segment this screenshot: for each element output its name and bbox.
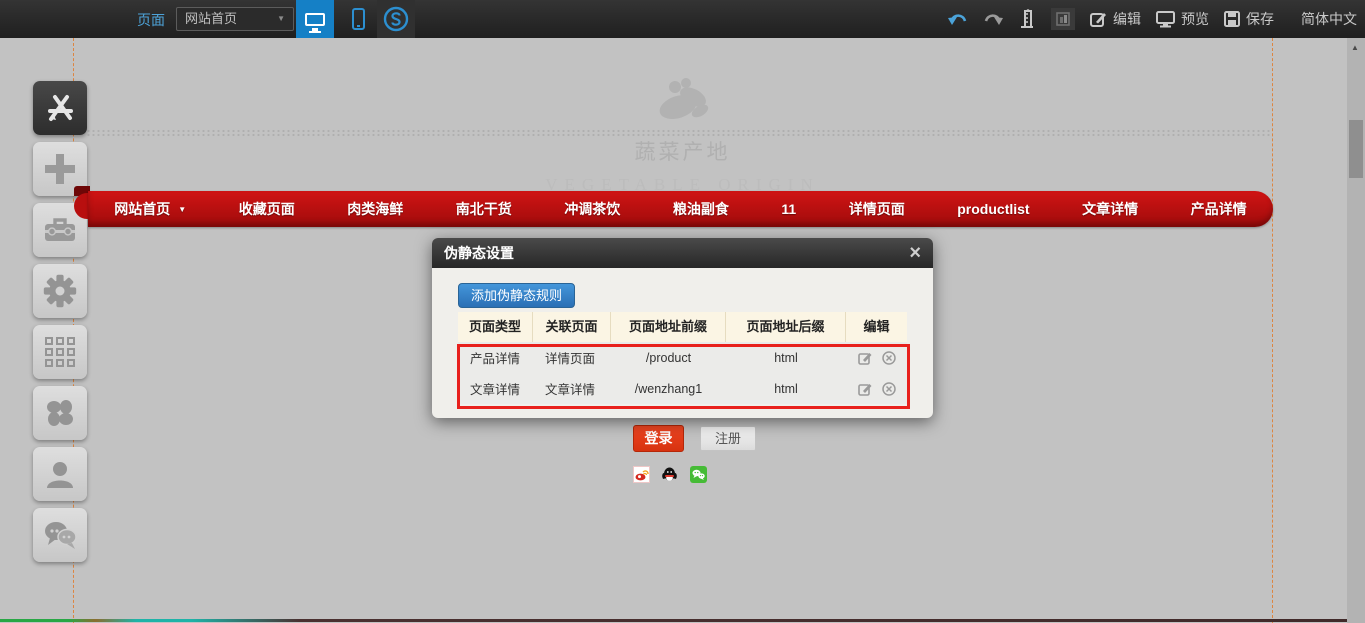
nav-item[interactable]: 南北干货 (456, 199, 512, 219)
top-toolbar: 页面 网站首页 ▼ (0, 0, 1365, 38)
nav-item[interactable]: productlist (957, 201, 1029, 217)
save-label: 保存 (1246, 9, 1274, 29)
preview-label: 预览 (1181, 9, 1209, 29)
close-icon[interactable]: × (909, 243, 921, 263)
sidebar-item-design[interactable] (33, 81, 87, 135)
desktop-view-icon (305, 13, 325, 26)
table-row: 文章详情文章详情/wenzhang1html (458, 373, 907, 404)
page-label: 页面 (137, 10, 165, 30)
table-row: 产品详情详情页面/producthtml (458, 342, 907, 373)
save-button[interactable]: 保存 (1224, 9, 1274, 29)
table-header-cell: 页面地址后缀 (726, 312, 846, 342)
wechat-icon[interactable] (690, 466, 707, 483)
sidebar-item-settings[interactable] (33, 264, 87, 318)
page-select[interactable]: 网站首页 ▼ (176, 7, 294, 31)
stats-button[interactable] (1051, 8, 1075, 30)
sidebar-item-members[interactable] (33, 447, 87, 501)
rule-url-suffix: html (726, 382, 846, 396)
register-button[interactable]: 注册 (700, 426, 756, 451)
modules-grid-icon (45, 337, 75, 367)
app-circle-icon (383, 6, 409, 32)
edit-rule-icon[interactable] (858, 351, 872, 365)
nav-item[interactable]: 粮油副食 (673, 199, 729, 219)
login-button[interactable]: 登录 (633, 425, 684, 452)
edit-button[interactable]: 编辑 (1090, 9, 1141, 29)
rule-linked-page: 文章详情 (533, 379, 611, 398)
nav-item[interactable]: 网站首页▼ (114, 199, 186, 219)
edit-icon (1090, 11, 1107, 28)
mobile-view-button[interactable] (340, 0, 376, 38)
nav-item[interactable]: 详情页面 (849, 199, 905, 219)
rule-url-prefix: /product (611, 351, 726, 365)
table-header-cell: 页面地址前缀 (611, 312, 726, 342)
rule-page-type: 产品详情 (458, 348, 533, 367)
table-header-cell: 关联页面 (533, 312, 611, 342)
scrollbar-thumb[interactable] (1349, 120, 1363, 178)
row-actions (846, 351, 907, 365)
sidebar-item-modules[interactable] (33, 325, 87, 379)
language-switcher[interactable]: 简体中文 (1301, 9, 1357, 29)
mobile-view-icon (352, 8, 365, 30)
nav-item[interactable]: 冲调茶饮 (564, 199, 620, 219)
preview-button[interactable]: 预览 (1156, 9, 1209, 29)
edit-label: 编辑 (1113, 9, 1141, 29)
desktop-view-button[interactable] (296, 0, 334, 38)
rule-page-type: 文章详情 (458, 379, 533, 398)
nav-item[interactable]: 肉类海鲜 (347, 199, 403, 219)
rule-url-prefix: /wenzhang1 (611, 382, 726, 396)
ruler-icon (1018, 9, 1036, 29)
nav-item[interactable]: 收藏页面 (239, 199, 295, 219)
undo-button[interactable] (948, 12, 968, 27)
preview-icon (1156, 11, 1175, 28)
redo-button[interactable] (983, 12, 1003, 27)
app-circle-button[interactable] (377, 0, 415, 38)
delete-rule-icon[interactable] (882, 382, 896, 396)
add-icon (45, 154, 75, 184)
dialog-titlebar[interactable]: 伪静态设置 × (432, 238, 933, 268)
chevron-down-icon: ▼ (277, 8, 285, 30)
redo-icon (983, 12, 1003, 27)
edit-rule-icon[interactable] (858, 382, 872, 396)
save-icon (1224, 11, 1240, 27)
chat-icon (42, 520, 78, 550)
add-rule-button[interactable]: 添加伪静态规则 (458, 283, 575, 308)
nav-item[interactable]: 11 (781, 201, 796, 217)
page-select-value: 网站首页 (185, 11, 237, 26)
dialog-title: 伪静态设置 (444, 243, 909, 263)
weibo-icon[interactable] (633, 466, 650, 483)
sidebar-item-plugins[interactable] (33, 386, 87, 440)
user-icon (44, 458, 76, 490)
table-header-cell: 页面类型 (458, 312, 533, 342)
qq-icon[interactable] (661, 466, 678, 483)
bottom-color-line (0, 619, 1365, 622)
row-actions (846, 382, 907, 396)
nav-item[interactable]: 产品详情 (1191, 199, 1247, 219)
nav-item[interactable]: 文章详情 (1082, 199, 1138, 219)
logo-title: 蔬菜产地 (615, 136, 751, 166)
design-tools-icon (43, 91, 77, 125)
stats-icon (1056, 12, 1070, 26)
rule-linked-page: 详情页面 (533, 348, 611, 367)
vegetable-logo-icon (648, 75, 718, 125)
chevron-down-icon: ▼ (178, 205, 186, 214)
scrollbar[interactable]: ▲ (1347, 38, 1365, 623)
right-guide-line (1272, 38, 1273, 623)
scroll-up-icon[interactable]: ▲ (1351, 43, 1359, 52)
rule-url-suffix: html (726, 351, 846, 365)
delete-rule-icon[interactable] (882, 351, 896, 365)
ruler-button[interactable] (1018, 9, 1036, 29)
site-logo: 蔬菜产地 VEGETABLE ORIGIN (0, 75, 1365, 195)
sidebar-item-messages[interactable] (33, 508, 87, 562)
clover-icon (44, 397, 76, 429)
undo-icon (948, 12, 968, 27)
main-nav: 网站首页▼ 收藏页面 肉类海鲜 南北干货 冲调茶饮 粮油副食 11 详情页面 productli… (88, 191, 1273, 227)
toolbox-icon (43, 215, 77, 245)
table-header-row: 页面类型关联页面页面地址前缀页面地址后缀编辑 (458, 312, 907, 342)
table-header-cell: 编辑 (846, 312, 907, 342)
pseudo-static-dialog: 伪静态设置 × 添加伪静态规则 页面类型关联页面页面地址前缀页面地址后缀编辑 产… (432, 238, 933, 418)
gear-icon (42, 273, 78, 309)
rules-table: 页面类型关联页面页面地址前缀页面地址后缀编辑 产品详情详情页面/producth… (458, 312, 907, 404)
